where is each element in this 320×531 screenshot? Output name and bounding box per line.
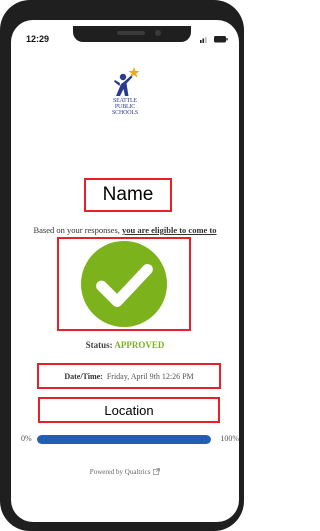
status-line: Status: APPROVED — [11, 340, 239, 350]
checkmark-icon — [80, 240, 168, 328]
logo-figure-icon — [114, 67, 140, 96]
progress-bar: 0% 100% — [11, 432, 239, 446]
status-icons — [200, 36, 228, 43]
phone-frame: 12:29 SEATTLE PUBLIC SCHOOLS Name Based … — [0, 0, 244, 531]
progress-track — [37, 435, 211, 444]
approval-check-container — [57, 237, 191, 331]
cellular-signal-icon — [200, 37, 207, 43]
message-prefix: Based on your responses, — [33, 225, 120, 235]
datetime-value: Friday, April 9th 12:26 PM — [106, 371, 194, 381]
external-link-icon[interactable] — [153, 468, 161, 475]
phone-screen: 12:29 SEATTLE PUBLIC SCHOOLS Name Based … — [11, 20, 239, 522]
battery-icon — [214, 36, 228, 43]
powered-by-text[interactable]: Powered by Qualtrics — [90, 468, 151, 476]
progress-start-label: 0% — [21, 434, 32, 443]
powered-by-footer[interactable]: Powered by Qualtrics — [11, 468, 239, 476]
name-field: Name — [84, 178, 172, 212]
status-label: Status: — [85, 340, 113, 350]
speaker-grille — [117, 31, 145, 35]
status-time: 12:29 — [26, 34, 50, 44]
progress-end-label: 100% — [220, 434, 239, 443]
status-value: APPROVED — [114, 340, 165, 350]
datetime-field: Date/Time: Friday, April 9th 12:26 PM — [37, 363, 221, 389]
logo-wordmark: SEATTLE PUBLIC SCHOOLS — [104, 98, 146, 116]
logo-line-3: SCHOOLS — [112, 110, 138, 116]
datetime-label: Date/Time: — [64, 371, 103, 381]
location-label: Location — [104, 402, 154, 418]
school-logo: SEATTLE PUBLIC SCHOOLS — [104, 65, 146, 129]
front-camera — [155, 30, 161, 36]
location-field: Location — [38, 397, 220, 423]
phone-notch — [73, 26, 191, 42]
name-label: Name — [102, 184, 154, 205]
progress-fill — [37, 435, 211, 444]
